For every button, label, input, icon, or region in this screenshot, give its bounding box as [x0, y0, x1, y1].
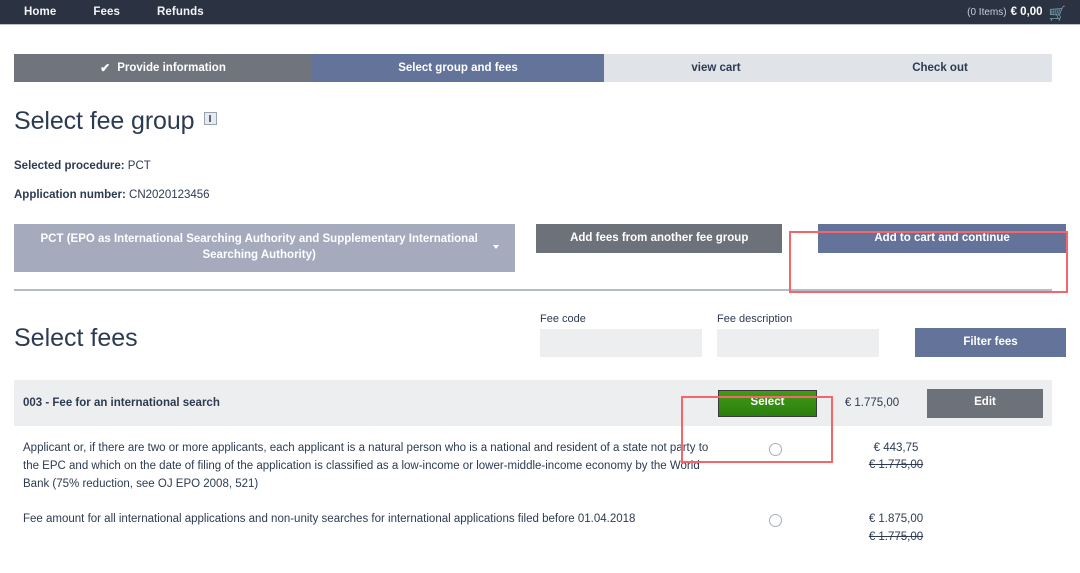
fee-price: € 1.775,00: [844, 397, 900, 409]
fee-option-price: € 443,75: [873, 442, 919, 454]
top-nav-links: Home Fees Refunds: [24, 6, 241, 18]
fee-option-radio[interactable]: [768, 514, 782, 528]
shopping-cart-icon[interactable]: 🛒: [1049, 6, 1066, 20]
select-fee-button[interactable]: Select: [718, 389, 817, 417]
fee-option-original-price: € 1.775,00: [868, 459, 924, 472]
fee-description-input[interactable]: [717, 329, 879, 357]
cart-total-amount: € 0,00: [1010, 6, 1043, 18]
step-label: Provide information: [117, 62, 226, 74]
filter-fees-button[interactable]: Filter fees: [915, 328, 1066, 357]
fee-code-field-group: Fee code: [540, 313, 702, 357]
fee-row-header: 003 - Fee for an international search Se…: [14, 380, 1052, 426]
fee-option-radio-cell: [713, 511, 837, 528]
section-divider: [14, 289, 1052, 291]
nav-link-home[interactable]: Home: [24, 6, 56, 18]
step-provide-information[interactable]: ✔ Provide information: [14, 54, 312, 82]
select-fees-header: Select fees Fee code Fee description Fil…: [14, 301, 1066, 357]
step-label: Check out: [912, 62, 968, 74]
fee-group-action-row: PCT (EPO as International Searching Auth…: [14, 224, 1066, 272]
fee-table: 003 - Fee for an international search Se…: [14, 380, 1052, 546]
selected-procedure-label: Selected procedure:: [14, 160, 125, 172]
fee-option-radio-cell: [713, 440, 837, 456]
step-label: Select group and fees: [398, 62, 518, 74]
fee-code-input[interactable]: [540, 329, 702, 357]
step-check-out[interactable]: Check out: [828, 54, 1052, 82]
page-content: ✔ Provide information Select group and f…: [0, 54, 1080, 546]
chevron-down-icon: [493, 245, 500, 249]
fee-option-description: Applicant or, if there are two or more a…: [23, 442, 709, 490]
application-number-value: CN2020123456: [129, 189, 210, 201]
cart-summary[interactable]: (0 Items) € 0,00 🛒: [967, 0, 1066, 24]
cart-item-count: (0 Items): [967, 6, 1007, 18]
select-fees-title: Select fees: [14, 324, 138, 352]
fee-option-row: Applicant or, if there are two or more a…: [14, 426, 1052, 493]
page-title: Select fee group: [14, 107, 1066, 136]
check-icon: ✔: [100, 61, 111, 75]
edit-fee-button[interactable]: Edit: [927, 388, 1043, 418]
fee-option-row: Fee amount for all international applica…: [14, 493, 1052, 546]
fee-group-dropdown-label: PCT (EPO as International Searching Auth…: [40, 233, 478, 261]
step-label: view cart: [691, 62, 741, 74]
fee-group-dropdown-button[interactable]: PCT (EPO as International Searching Auth…: [14, 224, 516, 272]
step-view-cart[interactable]: view cart: [604, 54, 828, 82]
application-number-label: Application number:: [14, 189, 126, 201]
step-select-group-and-fees[interactable]: Select group and fees: [312, 54, 604, 82]
fee-option-original-price: € 1.775,00: [868, 530, 924, 543]
selected-procedure: Selected procedure: PCT: [14, 160, 1066, 172]
fee-description-label: Fee description: [717, 313, 793, 325]
selected-procedure-value: PCT: [127, 160, 151, 172]
fee-code-label: Fee code: [540, 313, 586, 325]
fee-option-radio[interactable]: [768, 443, 782, 456]
nav-link-fees[interactable]: Fees: [93, 6, 120, 18]
fee-row-title: 003 - Fee for an international search: [23, 397, 220, 409]
fee-option-price-cell: € 443,75 € 1.775,00: [837, 440, 955, 475]
checkout-step-tabs: ✔ Provide information Select group and f…: [14, 54, 1052, 82]
fee-option-description: Fee amount for all international applica…: [23, 513, 636, 526]
fee-option-price: € 1.875,00: [868, 513, 924, 526]
application-number: Application number: CN2020123456: [14, 189, 1066, 201]
fee-option-price-cell: € 1.875,00 € 1.775,00: [837, 511, 955, 546]
top-navigation-bar: Home Fees Refunds (0 Items) € 0,00 🛒: [0, 0, 1080, 25]
page-title-text: Select fee group: [14, 107, 195, 135]
nav-link-refunds[interactable]: Refunds: [157, 6, 204, 18]
fee-description-field-group: Fee description: [717, 313, 879, 357]
add-fees-from-another-group-button[interactable]: Add fees from another fee group: [536, 224, 783, 253]
info-icon[interactable]: [204, 112, 218, 125]
add-to-cart-and-continue-button[interactable]: Add to cart and continue: [818, 224, 1066, 253]
